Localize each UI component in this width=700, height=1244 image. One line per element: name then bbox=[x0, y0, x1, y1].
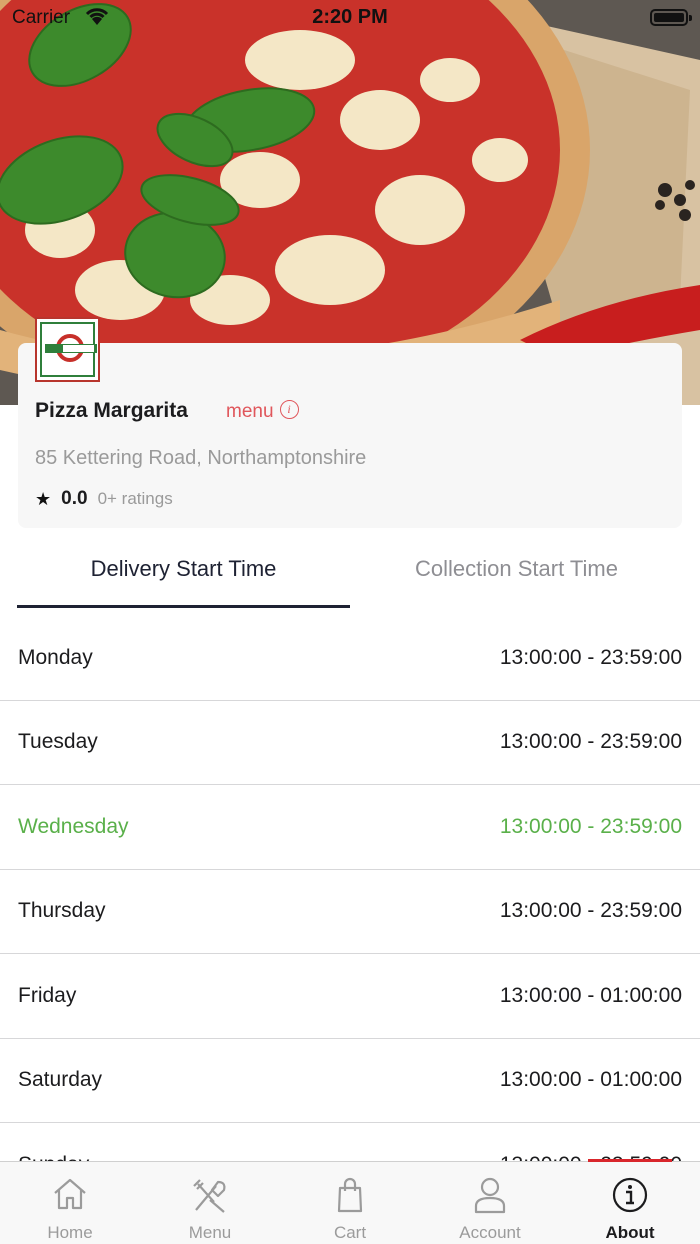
hours-row-saturday: Saturday 13:00:00 - 01:00:00 bbox=[0, 1039, 700, 1123]
day-label: Monday bbox=[18, 645, 93, 669]
fork-knife-icon bbox=[190, 1176, 230, 1221]
tabbar-menu[interactable]: Menu bbox=[140, 1162, 280, 1244]
tabbar-account-label: Account bbox=[459, 1223, 521, 1242]
bottom-tab-bar: Home Menu Cart Account About bbox=[0, 1159, 700, 1244]
rating-row: ★ 0.0 0+ ratings bbox=[35, 488, 173, 510]
day-label: Thursday bbox=[18, 899, 106, 923]
day-label: Sunday bbox=[18, 1153, 89, 1161]
hours-row-monday: Monday 13:00:00 - 23:59:00 bbox=[0, 616, 700, 701]
hours-row-thursday: Thursday 13:00:00 - 23:59:00 bbox=[0, 870, 700, 954]
active-tab-indicator bbox=[17, 605, 350, 608]
restaurant-address: 85 Kettering Road, Northamptonshire bbox=[35, 447, 367, 469]
day-label: Tuesday bbox=[18, 730, 98, 754]
restaurant-logo bbox=[35, 317, 100, 382]
status-time: 2:20 PM bbox=[312, 6, 388, 28]
time-range: 13:00:00 - 01:00:00 bbox=[499, 983, 682, 1007]
hours-row-sunday: Sunday 13:00:00 - 23:59:00 bbox=[0, 1123, 700, 1161]
hours-row-tuesday: Tuesday 13:00:00 - 23:59:00 bbox=[0, 701, 700, 785]
opening-hours-list[interactable]: Monday 13:00:00 - 23:59:00 Tuesday 13:00… bbox=[0, 616, 700, 1161]
day-label: Saturday bbox=[18, 1068, 103, 1092]
tabbar-menu-label: Menu bbox=[188, 1223, 232, 1242]
user-icon bbox=[472, 1176, 508, 1219]
tabbar-cart[interactable]: Cart bbox=[280, 1162, 420, 1244]
time-range: 13:00:00 - 23:59:00 bbox=[499, 899, 682, 923]
tabbar-about[interactable]: About bbox=[560, 1162, 700, 1244]
home-icon bbox=[51, 1176, 89, 1217]
time-range: 13:00:00 - 23:59:00 bbox=[499, 814, 682, 838]
info-circle-icon bbox=[611, 1176, 649, 1219]
tabbar-about-label: About bbox=[605, 1223, 655, 1242]
menu-link-label: menu bbox=[226, 401, 274, 422]
tab-collection-start-time[interactable]: Collection Start Time bbox=[350, 556, 683, 608]
tab-delivery-start-time[interactable]: Delivery Start Time bbox=[17, 556, 350, 608]
hours-row-friday: Friday 13:00:00 - 01:00:00 bbox=[0, 954, 700, 1039]
tabbar-account[interactable]: Account bbox=[420, 1162, 560, 1244]
rating-score: 0.0 bbox=[61, 488, 88, 509]
tabbar-home[interactable]: Home bbox=[0, 1162, 140, 1244]
status-bar: Carrier 2:20 PM bbox=[0, 0, 700, 36]
time-range: 13:00:00 - 01:00:00 bbox=[499, 1068, 682, 1092]
day-label: Wednesday bbox=[18, 814, 129, 838]
restaurant-name: Pizza Margarita bbox=[35, 399, 188, 422]
time-range: 13:00:00 - 23:59:00 bbox=[499, 730, 682, 754]
hours-tabs: Delivery Start Time Collection Start Tim… bbox=[17, 556, 683, 608]
shopping-bag-icon bbox=[334, 1176, 366, 1219]
menu-info-link[interactable]: menu i bbox=[226, 399, 299, 423]
hours-row-wednesday: Wednesday 13:00:00 - 23:59:00 bbox=[0, 785, 700, 870]
battery-icon bbox=[650, 9, 692, 26]
tabbar-cart-label: Cart bbox=[333, 1223, 367, 1242]
time-range: 13:00:00 - 23:59:00 bbox=[499, 645, 682, 669]
tabbar-home-label: Home bbox=[47, 1223, 93, 1242]
restaurant-info-card: Pizza Margarita menu i 85 Kettering Road… bbox=[18, 317, 682, 528]
star-icon: ★ bbox=[35, 488, 52, 509]
day-label: Friday bbox=[18, 983, 77, 1007]
info-icon: i bbox=[279, 399, 299, 419]
ratings-count: 0+ ratings bbox=[97, 489, 173, 508]
